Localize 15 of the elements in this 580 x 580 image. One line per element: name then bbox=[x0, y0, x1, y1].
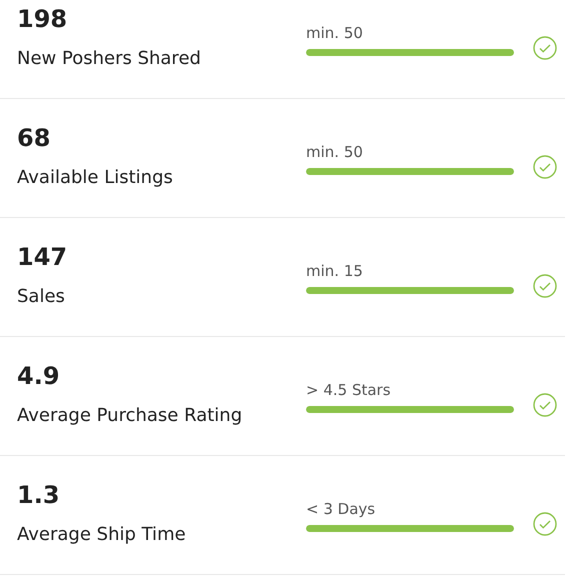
requirement-text: min. 50 bbox=[306, 142, 363, 162]
requirement-text: < 3 Days bbox=[306, 499, 376, 519]
requirement-text: > 4.5 Stars bbox=[306, 380, 391, 400]
metric-label: Sales bbox=[17, 285, 66, 309]
metric-value: 4.9 bbox=[17, 361, 61, 391]
metric-value: 147 bbox=[17, 242, 68, 272]
metric-value: 1.3 bbox=[17, 480, 61, 510]
metric-label: Available Listings bbox=[17, 166, 174, 190]
metric-value: 68 bbox=[17, 123, 52, 153]
metric-label: New Poshers Shared bbox=[17, 47, 202, 71]
metric-label: Average Purchase Rating bbox=[17, 404, 244, 428]
requirement-text: min. 15 bbox=[306, 261, 363, 281]
metric-label: Average Ship Time bbox=[17, 523, 187, 547]
metric-value: 198 bbox=[17, 4, 68, 34]
requirement-text: min. 50 bbox=[306, 23, 363, 43]
